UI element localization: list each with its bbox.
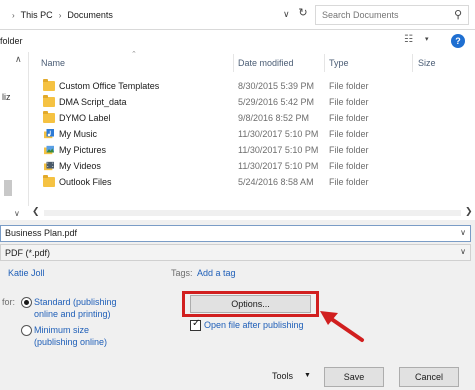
- file-type: File folder: [329, 145, 369, 155]
- save-as-type-value: PDF (*.pdf): [5, 248, 51, 258]
- caret-down-icon[interactable]: ▼: [304, 372, 311, 379]
- tags-field[interactable]: Add a tag: [197, 268, 236, 278]
- search-box[interactable]: ⚲: [315, 5, 469, 25]
- sort-ascending-icon: ⌃: [131, 51, 137, 58]
- optimize-standard-radio[interactable]: [21, 297, 32, 308]
- file-name-field[interactable]: ∨: [0, 225, 471, 242]
- file-name: Custom Office Templates: [59, 81, 160, 91]
- column-header-name[interactable]: Name: [41, 58, 65, 68]
- author-field[interactable]: Katie Joll: [8, 268, 45, 278]
- column-header-size[interactable]: Size: [418, 58, 436, 68]
- file-name: My Pictures: [59, 145, 107, 155]
- folder-icon: [43, 79, 55, 91]
- chevron-down-icon[interactable]: ∨: [460, 228, 466, 237]
- videos-folder-icon: [44, 161, 54, 171]
- column-divider[interactable]: [324, 54, 325, 72]
- nav-item-partial[interactable]: liz: [2, 92, 11, 102]
- save-as-type-select[interactable]: PDF (*.pdf) ∨: [0, 244, 471, 261]
- search-icon[interactable]: ⚲: [454, 8, 462, 21]
- folder-icon: [43, 111, 55, 123]
- horizontal-scrollbar[interactable]: ❮ ❯: [28, 206, 475, 220]
- file-type: File folder: [329, 129, 369, 139]
- file-date: 9/8/2016 8:52 PM: [238, 113, 310, 123]
- standard-line-1: Standard (publishing: [34, 297, 117, 307]
- column-header-date-modified[interactable]: Date modified: [238, 58, 294, 68]
- file-row[interactable]: DMA Script_data 5/29/2016 5:42 PM File f…: [29, 95, 469, 111]
- file-type: File folder: [329, 97, 369, 107]
- file-date: 11/30/2017 5:10 PM: [238, 145, 319, 155]
- file-row[interactable]: Outlook Files 5/24/2016 8:58 AM File fol…: [29, 175, 469, 191]
- scroll-right-icon[interactable]: ❯: [465, 206, 473, 217]
- file-date: 11/30/2017 5:10 PM: [238, 129, 319, 139]
- new-folder-button[interactable]: folder: [0, 36, 23, 46]
- chevron-down-icon[interactable]: ∨: [283, 9, 290, 20]
- music-folder-icon: [44, 129, 54, 139]
- file-row[interactable]: My Videos 11/30/2017 5:10 PM File folder: [29, 159, 469, 175]
- optimize-minimum-label[interactable]: Minimum size (publishing online): [34, 324, 134, 348]
- file-row[interactable]: DYMO Label 9/8/2016 8:52 PM File folder: [29, 111, 469, 127]
- file-date: 5/24/2016 8:58 AM: [238, 177, 314, 187]
- file-type: File folder: [329, 177, 369, 187]
- file-type: File folder: [329, 81, 369, 91]
- pictures-folder-icon: [44, 145, 54, 155]
- breadcrumb-documents[interactable]: Documents: [67, 10, 113, 20]
- tools-button[interactable]: Tools: [272, 371, 293, 381]
- file-type: File folder: [329, 113, 369, 123]
- optimize-standard-label[interactable]: Standard (publishing online and printing…: [34, 296, 134, 320]
- chevron-down-icon[interactable]: ▾: [425, 35, 429, 43]
- address-bar: › This PC › Documents ∨ ↻ ⚲: [0, 0, 475, 30]
- file-date: 8/30/2015 5:39 PM: [238, 81, 315, 91]
- toolbar: folder ☷ ▾ ?: [0, 30, 475, 52]
- file-row[interactable]: My Music 11/30/2017 5:10 PM File folder: [29, 127, 469, 143]
- red-arrow-annotation: [320, 311, 364, 342]
- scrollbar-thumb[interactable]: [44, 210, 461, 216]
- options-button[interactable]: Options...: [190, 295, 311, 313]
- folder-icon: [43, 95, 55, 107]
- file-date: 11/30/2017 5:10 PM: [238, 161, 319, 171]
- column-divider[interactable]: [233, 54, 234, 72]
- minimum-line-1: Minimum size: [34, 325, 90, 335]
- file-list: Name ⌃ Date modified Type Size Custom Of…: [28, 51, 475, 206]
- help-icon[interactable]: ?: [451, 34, 465, 48]
- standard-line-2: online and printing): [34, 309, 111, 319]
- file-name: Outlook Files: [59, 177, 112, 187]
- breadcrumb-this-pc[interactable]: This PC: [21, 10, 53, 20]
- column-divider[interactable]: [412, 54, 413, 72]
- file-type: File folder: [329, 161, 369, 171]
- optimize-minimum-radio[interactable]: [21, 325, 32, 336]
- scroll-left-icon[interactable]: ❮: [32, 206, 40, 217]
- file-name: DYMO Label: [59, 113, 111, 123]
- file-row[interactable]: My Pictures 11/30/2017 5:10 PM File fold…: [29, 143, 469, 159]
- open-after-publishing-checkbox[interactable]: ✓: [190, 318, 201, 331]
- search-input[interactable]: [322, 10, 442, 20]
- file-name-input[interactable]: [5, 228, 445, 238]
- scrollbar-thumb[interactable]: [4, 180, 12, 196]
- new-folder-label: folder: [0, 36, 23, 46]
- scroll-down-icon[interactable]: ∨: [14, 209, 20, 218]
- optimize-label: for:: [2, 297, 16, 307]
- file-date: 5/29/2016 5:42 PM: [238, 97, 315, 107]
- chevron-right-icon: ›: [12, 11, 15, 20]
- cancel-button[interactable]: Cancel: [399, 367, 459, 387]
- breadcrumb[interactable]: › This PC › Documents: [6, 10, 113, 20]
- tags-label: Tags:: [171, 268, 193, 278]
- file-name: My Videos: [59, 161, 101, 171]
- chevron-down-icon[interactable]: ∨: [460, 247, 466, 256]
- file-name: My Music: [59, 129, 97, 139]
- file-name: DMA Script_data: [59, 97, 127, 107]
- file-row[interactable]: Custom Office Templates 8/30/2015 5:39 P…: [29, 79, 469, 95]
- view-options-icon[interactable]: ☷: [404, 34, 413, 45]
- minimum-line-2: (publishing online): [34, 337, 108, 347]
- scroll-up-icon[interactable]: ∧: [15, 54, 22, 65]
- folder-icon: [43, 175, 55, 187]
- chevron-right-icon: ›: [58, 11, 62, 20]
- column-header-type[interactable]: Type: [329, 58, 349, 68]
- open-after-publishing-label[interactable]: Open file after publishing: [204, 320, 304, 330]
- save-button[interactable]: Save: [324, 367, 384, 387]
- navigation-pane: ∧ liz ∨: [0, 52, 28, 220]
- checkmark-icon: ✓: [192, 318, 201, 329]
- refresh-icon[interactable]: ↻: [296, 6, 310, 22]
